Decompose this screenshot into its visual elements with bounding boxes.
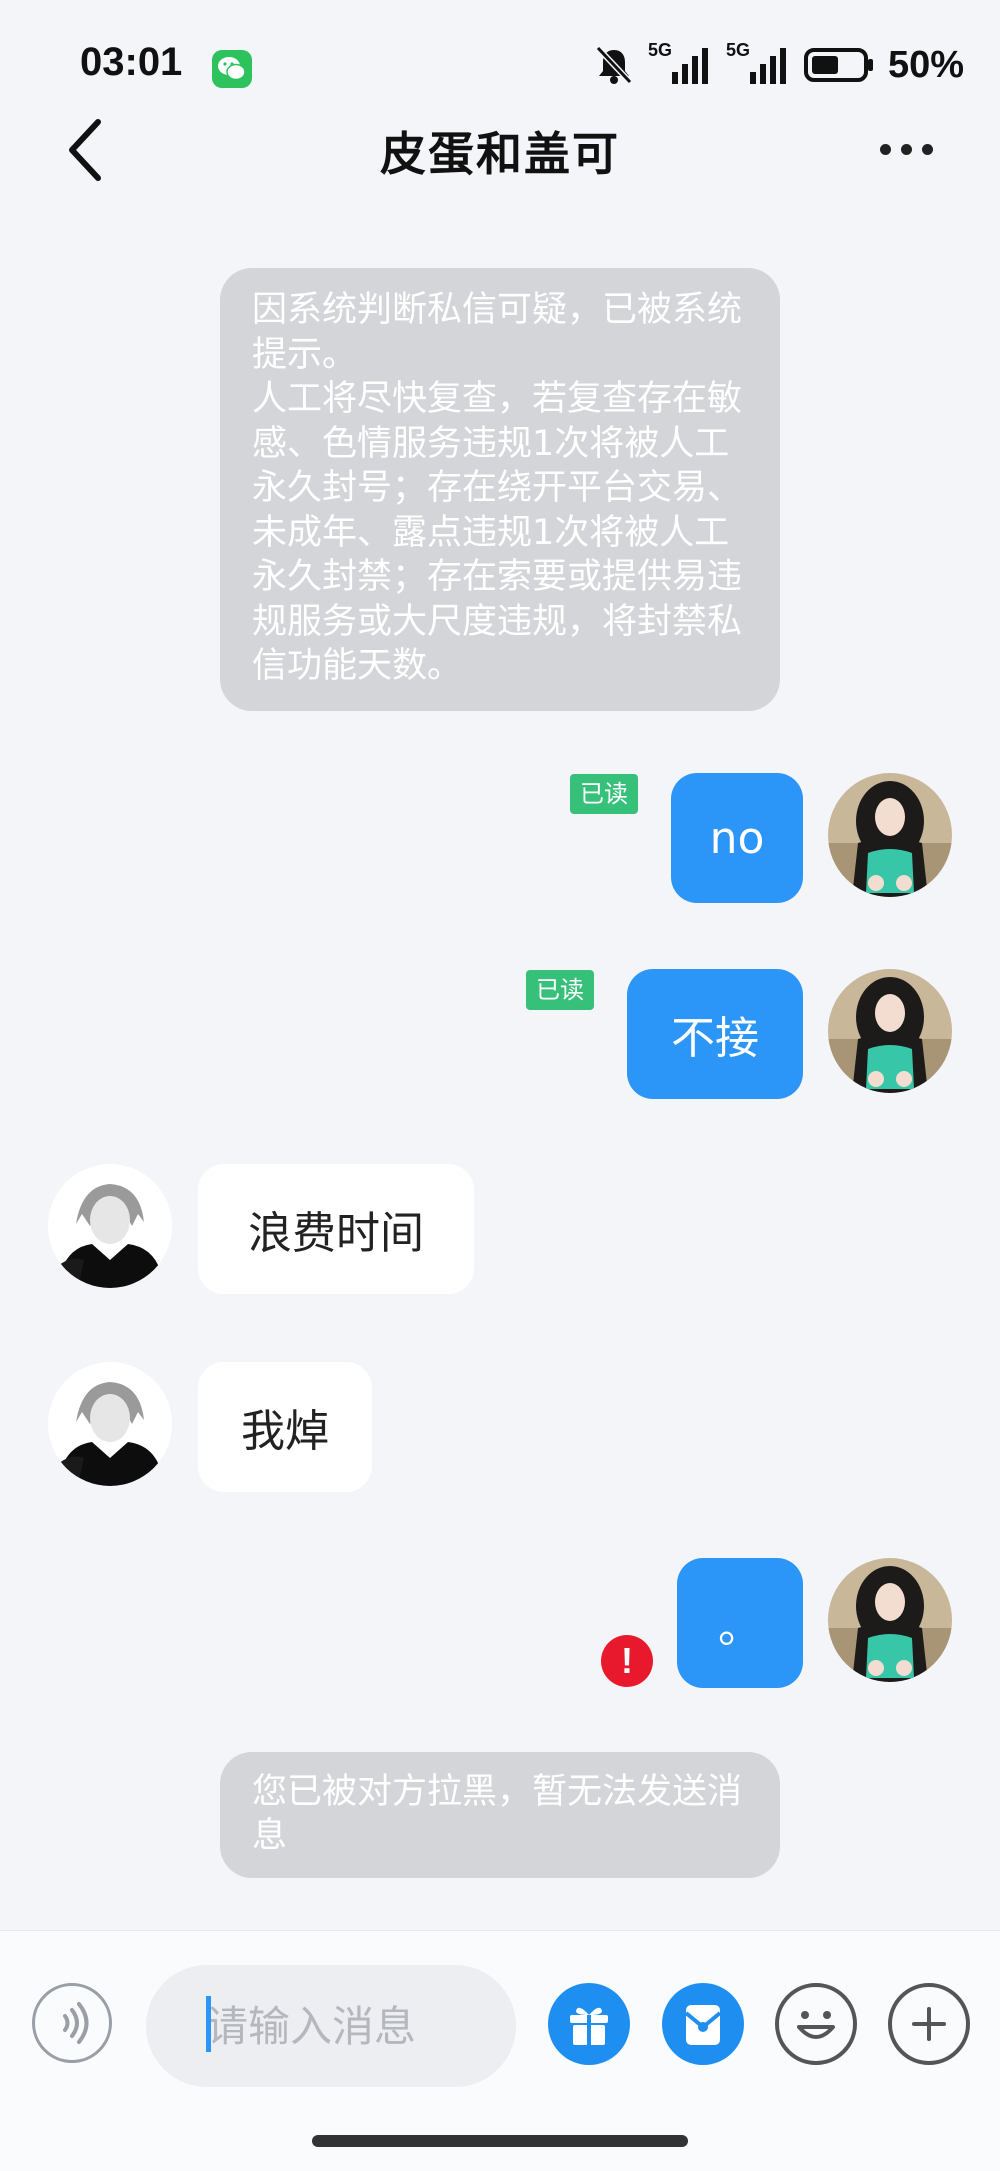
message-bubble-incoming[interactable]: 我焯 bbox=[198, 1362, 372, 1492]
contact-avatar[interactable] bbox=[48, 1164, 172, 1288]
plus-icon bbox=[912, 2007, 946, 2041]
home-indicator[interactable] bbox=[312, 2135, 688, 2147]
status-time: 03:01 bbox=[80, 40, 183, 84]
message-text: 。 bbox=[718, 1602, 762, 1653]
message-bubble-outgoing[interactable]: 。 bbox=[677, 1558, 803, 1688]
more-button[interactable] bbox=[880, 136, 950, 166]
wechat-notification-icon bbox=[212, 50, 252, 88]
plus-button[interactable] bbox=[888, 1983, 970, 2065]
read-receipt: 已读 bbox=[570, 774, 638, 814]
emoji-button[interactable] bbox=[775, 1983, 857, 2065]
message-text: no bbox=[709, 812, 765, 864]
message-text: 我焯 bbox=[241, 1406, 329, 1457]
message-bubble-outgoing[interactable]: 不接 bbox=[627, 969, 803, 1099]
my-avatar[interactable] bbox=[828, 773, 952, 897]
more-dots-icon bbox=[880, 144, 891, 155]
message-text: 浪费时间 bbox=[248, 1208, 424, 1259]
blocked-notice: 您已被对方拉黑，暂无法发送消息 bbox=[220, 1752, 780, 1878]
read-receipt: 已读 bbox=[526, 970, 594, 1010]
chat-title: 皮蛋和盖可 bbox=[380, 127, 620, 181]
emoji-icon bbox=[797, 2011, 835, 2039]
red-packet-button[interactable] bbox=[662, 1983, 744, 2065]
nav-bar: 皮蛋和盖可 bbox=[0, 100, 1000, 200]
battery-percent: 50% bbox=[887, 43, 964, 86]
system-notice: 因系统判断私信可疑，已被系统提示。 人工将尽快复查，若复查存在敏感、色情服务违规… bbox=[220, 268, 780, 711]
mute-bell-icon bbox=[595, 45, 633, 85]
message-bubble-incoming[interactable]: 浪费时间 bbox=[198, 1164, 474, 1294]
status-icons: 5G 5G 50% bbox=[594, 40, 964, 88]
message-bubble-outgoing[interactable]: no bbox=[671, 773, 803, 903]
gift-icon bbox=[570, 2007, 608, 2045]
red-packet-icon bbox=[684, 2005, 722, 2045]
signal-5g-icon: 5G bbox=[648, 40, 712, 88]
contact-avatar[interactable] bbox=[48, 1362, 172, 1486]
battery-icon bbox=[803, 48, 873, 82]
send-failed-icon[interactable]: ! bbox=[601, 1635, 653, 1687]
signal-5g-icon-2: 5G bbox=[726, 40, 790, 88]
text-caret bbox=[206, 1996, 211, 2052]
message-input[interactable] bbox=[146, 1965, 516, 2087]
voice-icon bbox=[63, 2002, 89, 2044]
gift-button[interactable] bbox=[548, 1983, 630, 2065]
message-text: 不接 bbox=[671, 1013, 759, 1064]
voice-button[interactable] bbox=[32, 1983, 112, 2063]
my-avatar[interactable] bbox=[828, 1558, 952, 1682]
my-avatar[interactable] bbox=[828, 969, 952, 1093]
